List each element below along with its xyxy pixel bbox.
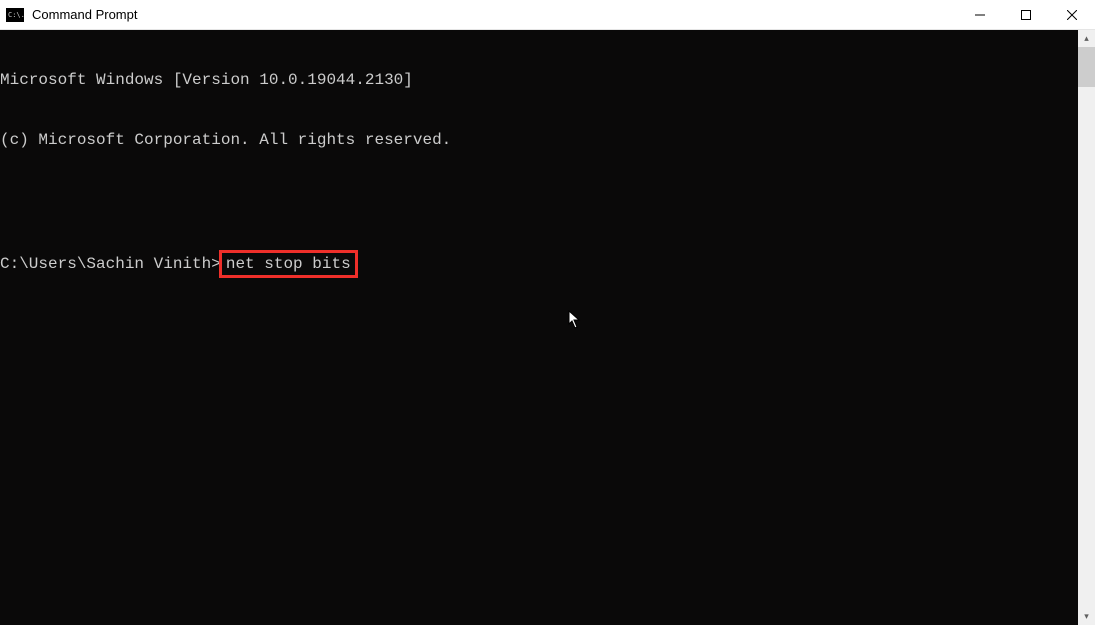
prompt-path: C:\Users\Sachin Vinith> [0, 254, 221, 274]
mouse-cursor-icon [510, 290, 582, 356]
minimize-button[interactable] [957, 0, 1003, 29]
vertical-scrollbar[interactable]: ▴ ▾ [1078, 30, 1095, 625]
scroll-track[interactable] [1078, 47, 1095, 608]
cmd-icon: C:\. [6, 8, 24, 22]
terminal-output[interactable]: Microsoft Windows [Version 10.0.19044.21… [0, 30, 1078, 625]
close-icon [1067, 10, 1077, 20]
scroll-thumb[interactable] [1078, 47, 1095, 87]
chevron-down-icon: ▾ [1084, 611, 1089, 622]
maximize-icon [1021, 10, 1031, 20]
maximize-button[interactable] [1003, 0, 1049, 29]
titlebar: C:\. Command Prompt [0, 0, 1095, 30]
chevron-up-icon: ▴ [1084, 33, 1089, 44]
copyright-line: (c) Microsoft Corporation. All rights re… [0, 130, 1078, 150]
client-area: Microsoft Windows [Version 10.0.19044.21… [0, 30, 1095, 625]
command-text: net stop bits [226, 255, 351, 273]
close-button[interactable] [1049, 0, 1095, 29]
window-controls [957, 0, 1095, 29]
cmd-icon-text: C:\. [8, 11, 25, 19]
window-title: Command Prompt [32, 7, 957, 22]
minimize-icon [975, 10, 985, 20]
prompt-line: C:\Users\Sachin Vinith> net stop bits [0, 250, 1078, 278]
version-line: Microsoft Windows [Version 10.0.19044.21… [0, 70, 1078, 90]
highlighted-command: net stop bits [219, 250, 358, 278]
scroll-down-button[interactable]: ▾ [1078, 608, 1095, 625]
blank-line [0, 190, 1078, 210]
scroll-up-button[interactable]: ▴ [1078, 30, 1095, 47]
